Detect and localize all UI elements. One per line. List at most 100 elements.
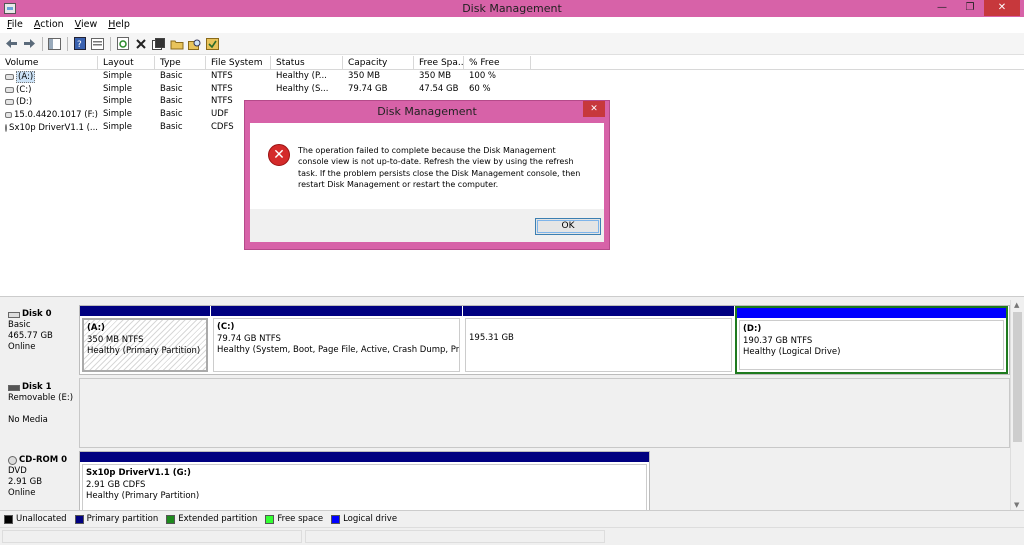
status-cell: Healthy (P... (276, 71, 327, 81)
col-header-layout[interactable]: Layout (98, 56, 155, 69)
type-cell: Basic (160, 83, 183, 94)
col-header-percent-free[interactable]: % Free (464, 56, 531, 69)
capacity-cell: 350 MB (348, 71, 381, 81)
disk-1-row: Disk 1 Removable (E:) No Media (0, 378, 1010, 448)
cdrom-0-name: CD-ROM 0 (19, 455, 68, 465)
free-cell: 350 MB (419, 71, 452, 81)
volume-cell: (C:) (0, 83, 98, 96)
menu-view-label: iew (80, 19, 98, 30)
restore-button[interactable]: ❐ (956, 0, 984, 16)
dialog-footer: OK (250, 209, 604, 242)
title-bar: Disk Management — ❐ ✕ (0, 0, 1024, 17)
refresh-icon[interactable] (115, 36, 130, 51)
legend-label: Free space (277, 514, 324, 524)
properties-sheet-icon[interactable] (151, 36, 166, 51)
disk-1-empty-area (79, 378, 1010, 448)
partition-status: Healthy (Logical Drive) (743, 347, 841, 357)
layout-cell: Simple (103, 121, 133, 132)
volume-row[interactable]: (A:) Simple Basic NTFS Healthy (P... 350… (0, 70, 1024, 83)
disk-1-type: Removable (E:) (8, 393, 74, 403)
menu-help[interactable]: Help (101, 17, 134, 33)
partition-status: Healthy (System, Boot, Page File, Active… (217, 345, 460, 355)
col-header-free-space[interactable]: Free Spa... (414, 56, 464, 69)
layout-cell: Simple (103, 83, 133, 94)
open-folder-icon[interactable] (169, 36, 184, 51)
properties-icon[interactable] (90, 36, 105, 51)
legend-logical-drive: Logical drive (331, 514, 397, 524)
menu-file[interactable]: File (0, 17, 27, 33)
console-tree-icon[interactable] (47, 36, 62, 51)
layout-cell: Simple (103, 109, 133, 120)
disk-1-state: No Media (8, 415, 48, 425)
volume-name: (A:) (16, 70, 36, 83)
forward-arrow-icon[interactable] (22, 36, 37, 51)
partition-d[interactable]: (D:) 190.37 GB NTFS Healthy (Logical Dri… (735, 306, 1008, 374)
type-cell: Basic (160, 71, 183, 81)
disk-0-label[interactable]: Disk 0 Basic 465.77 GB Online (4, 305, 77, 375)
type-cell: Basic (160, 96, 183, 107)
delete-icon[interactable] (133, 36, 148, 51)
partition-c[interactable]: (C:) 79.74 GB NTFS Healthy (System, Boot… (211, 306, 462, 374)
partition-info: (A:) 350 MB NTFS Healthy (Primary Partit… (82, 318, 208, 372)
cdrom-0-size: 2.91 GB (8, 477, 43, 487)
menu-action-label: ction (40, 19, 64, 30)
legend-label: Extended partition (178, 514, 258, 524)
disk-0-type: Basic (8, 320, 31, 330)
partition-label: (D:) (743, 324, 762, 334)
cdrom-0-row: CD-ROM 0 DVD 2.91 GB Online Sx10p Driver… (0, 451, 1010, 510)
legend-free-space: Free space (265, 514, 323, 524)
partition-195gb[interactable]: 195.31 GB (463, 306, 734, 374)
scroll-down-icon[interactable]: ▼ (1014, 501, 1019, 509)
col-header-type[interactable]: Type (155, 56, 206, 69)
volume-name: (D:) (16, 97, 33, 108)
show-hide-icon[interactable] (205, 36, 220, 51)
col-header-volume[interactable]: Volume (0, 56, 98, 69)
toolbar-separator (42, 36, 43, 51)
dialog-message-line: restart Disk Management or restart the c… (298, 179, 499, 189)
partition-a[interactable]: (A:) 350 MB NTFS Healthy (Primary Partit… (80, 306, 210, 374)
col-header-status[interactable]: Status (271, 56, 343, 69)
menu-action[interactable]: Action (27, 17, 68, 33)
menu-view[interactable]: View (68, 17, 102, 33)
partition-size: 350 MB NTFS (87, 334, 144, 345)
disk-1-label[interactable]: Disk 1 Removable (E:) No Media (4, 378, 77, 448)
col-header-capacity[interactable]: Capacity (343, 56, 414, 69)
volume-name: (C:) (16, 84, 32, 95)
volume-row[interactable]: (C:) Simple Basic NTFS Healthy (S... 79.… (0, 83, 1024, 96)
ok-button[interactable]: OK (535, 218, 601, 235)
error-dialog: Disk Management ✕ ✕ The operation failed… (244, 100, 610, 250)
cdrom-0-type: DVD (8, 466, 27, 476)
hard-disk-icon (8, 311, 20, 318)
col-header-file-system[interactable]: File System (206, 56, 271, 69)
cd-rom-icon (8, 456, 17, 465)
partition-header (80, 452, 649, 462)
partition-header (80, 306, 210, 316)
dialog-close-button[interactable]: ✕ (583, 101, 605, 117)
layout-cell: Simple (103, 71, 133, 81)
status-segment (2, 530, 302, 543)
disk-1-name-line: Disk 1 (8, 382, 77, 393)
dialog-message-line: The operation failed to complete because… (298, 146, 556, 155)
partition-status: Healthy (Primary Partition) (86, 491, 200, 501)
partition-header (211, 306, 462, 316)
cdrom-0-label[interactable]: CD-ROM 0 DVD 2.91 GB Online (4, 451, 77, 510)
disk-0-size: 465.77 GB (8, 331, 53, 341)
type-cell: Basic (160, 109, 183, 120)
legend-swatch (265, 514, 275, 524)
disk-view-scrollbar[interactable]: ▲ ▼ (1010, 300, 1024, 510)
scroll-up-icon[interactable]: ▲ (1014, 301, 1019, 309)
minimize-button[interactable]: — (928, 0, 956, 16)
fs-cell: NTFS (211, 83, 233, 94)
type-cell: Basic (160, 121, 183, 132)
svg-text:?: ? (77, 40, 82, 50)
cdrom-0-name-line: CD-ROM 0 (8, 455, 77, 466)
legend: Unallocated Primary partition Extended p… (0, 510, 1024, 527)
back-arrow-icon[interactable] (4, 36, 19, 51)
help-icon[interactable]: ? (72, 36, 87, 51)
volume-cell: Sx10p DriverV1.1 (... (0, 121, 98, 134)
explore-icon[interactable] (187, 36, 202, 51)
partition-g[interactable]: Sx10p DriverV1.1 (G:) 2.91 GB CDFS Healt… (80, 452, 649, 510)
scrollbar-thumb[interactable] (1013, 312, 1022, 442)
legend-swatch (74, 514, 84, 524)
close-button[interactable]: ✕ (984, 0, 1020, 16)
